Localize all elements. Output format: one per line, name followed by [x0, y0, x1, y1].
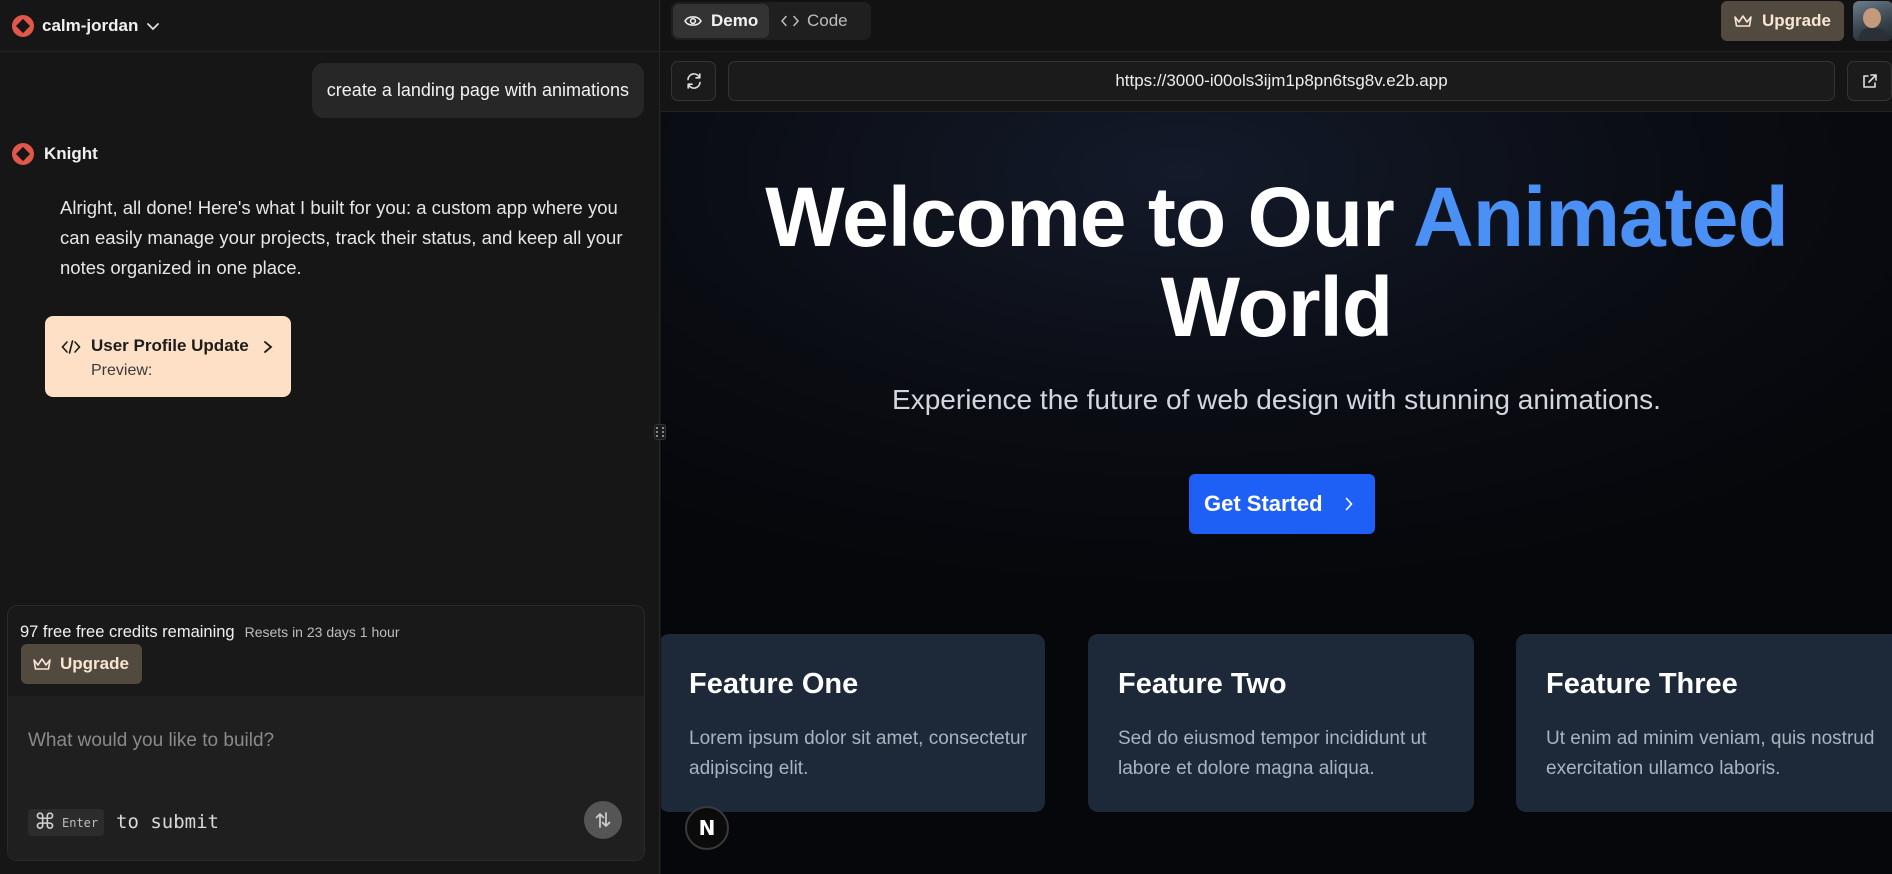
- credits-reset-time: Resets in 23 days 1 hour: [244, 624, 400, 640]
- hero-title-end: World: [1160, 260, 1393, 354]
- get-started-button[interactable]: Get Started: [1189, 474, 1375, 534]
- command-key-icon: ⌘: [34, 810, 56, 835]
- url-bar: https://3000-i00ols3ijm1p8pn6tsg8v.e2b.a…: [661, 52, 1892, 112]
- open-external-button[interactable]: [1847, 61, 1892, 101]
- get-started-label: Get Started: [1204, 491, 1323, 516]
- upgrade-label: Upgrade: [60, 654, 129, 673]
- feature-card: Feature Two Sed do eiusmod tempor incidi…: [1088, 634, 1474, 812]
- chevron-down-icon[interactable]: [146, 19, 160, 33]
- hero-title: Welcome to Our Animated World: [661, 172, 1892, 352]
- external-link-icon: [1863, 73, 1877, 88]
- tab-code-label: Code: [807, 11, 848, 30]
- url-field[interactable]: https://3000-i00ols3ijm1p8pn6tsg8v.e2b.a…: [728, 61, 1835, 101]
- project-header[interactable]: calm-jordan: [0, 0, 660, 52]
- enter-key-label: Enter: [62, 815, 99, 830]
- crown-icon: [33, 658, 51, 670]
- send-icon: [595, 812, 611, 828]
- hero-title-main: Welcome to Our: [765, 170, 1414, 264]
- preview-viewport: Welcome to Our Animated World Experience…: [661, 112, 1892, 874]
- bot-message: Alright, all done! Here's what I built f…: [60, 197, 623, 278]
- chevron-right-icon: [264, 341, 273, 353]
- composer: 97 free free credits remaining Resets in…: [7, 605, 645, 861]
- refresh-button[interactable]: [671, 61, 716, 101]
- brand-logo-icon: [12, 14, 34, 37]
- tab-demo-label: Demo: [711, 11, 759, 30]
- bot-name: Knight: [44, 144, 98, 163]
- input-area: ⌘ Enter to submit: [8, 696, 644, 860]
- crown-icon: [1734, 15, 1752, 27]
- feature-card: Feature One Lorem ipsum dolor sit amet, …: [661, 634, 1045, 812]
- submit-hint: to submit: [116, 811, 219, 833]
- code-icon: [61, 340, 81, 354]
- preview-panel: Demo Code Upgrade https://3000-i00ols3ij…: [661, 0, 1892, 874]
- hero-subtitle: Experience the future of web design with…: [892, 384, 1661, 415]
- user-message: create a landing page with animations: [311, 63, 644, 118]
- artifact-title: User Profile Update: [91, 336, 249, 355]
- feature-text: Sed do eiusmod tempor incididunt ut labo…: [1118, 728, 1427, 779]
- feature-title: Feature Two: [1118, 668, 1287, 700]
- project-name[interactable]: calm-jordan: [42, 16, 138, 36]
- feature-text: Ut enim ad minim veniam, quis nostrud ex…: [1546, 728, 1875, 779]
- artifact-subtitle: Preview:: [91, 362, 153, 379]
- chat-panel: calm-jordan create a landing page with a…: [0, 0, 660, 874]
- code-icon: [781, 15, 799, 27]
- tab-demo[interactable]: Demo: [673, 4, 769, 38]
- feature-card: Feature Three Ut enim ad minim veniam, q…: [1516, 634, 1892, 812]
- chevron-right-icon: [1345, 497, 1353, 511]
- credits-remaining: 97 free free credits remaining: [20, 623, 235, 641]
- upgrade-label: Upgrade: [1762, 11, 1831, 30]
- feature-title: Feature Three: [1546, 668, 1738, 700]
- resize-handle[interactable]: [654, 424, 666, 440]
- shortcut-hint: ⌘ Enter: [28, 809, 105, 836]
- bot-header: Knight: [12, 143, 98, 165]
- eye-icon: [684, 16, 702, 26]
- hero-title-accent: Animated: [1413, 170, 1789, 264]
- feature-text: Lorem ipsum dolor sit amet, consectetur …: [689, 728, 1027, 779]
- prompt-input[interactable]: [28, 726, 588, 756]
- preview-topbar: Demo Code Upgrade: [661, 0, 1892, 52]
- feature-title: Feature One: [689, 668, 859, 700]
- send-button[interactable]: [584, 801, 622, 839]
- artifact-card[interactable]: User Profile Update Preview:: [45, 316, 291, 397]
- nextjs-icon[interactable]: N: [685, 806, 729, 850]
- refresh-icon: [686, 73, 701, 89]
- user-avatar[interactable]: [1853, 1, 1892, 41]
- credits-row: 97 free free credits remaining Resets in…: [20, 623, 399, 642]
- bot-avatar-icon: [12, 143, 34, 165]
- tab-code[interactable]: Code: [781, 4, 848, 38]
- upgrade-button-top[interactable]: Upgrade: [1721, 1, 1844, 41]
- upgrade-button-sidebar[interactable]: Upgrade: [21, 644, 142, 684]
- view-toggle: Demo Code: [671, 2, 871, 40]
